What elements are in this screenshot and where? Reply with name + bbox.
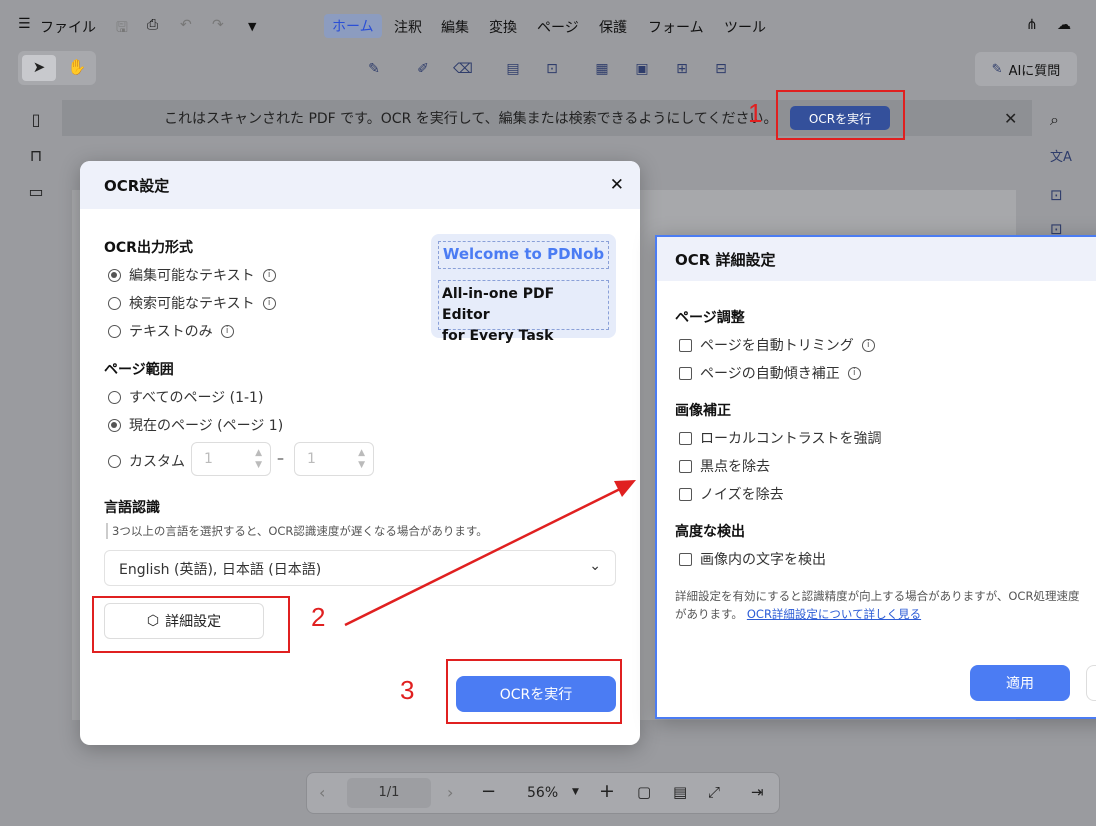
fit-page-icon[interactable]: ▢	[637, 783, 651, 801]
next-page-icon[interactable]: ›	[447, 783, 453, 802]
learn-more-link[interactable]: OCR詳細設定について詳しく見る	[747, 607, 921, 621]
ocr-detail-dialog: OCR 詳細設定 ページ調整 ページを自動トリミング i ページの自動傾き補正 i …	[655, 235, 1096, 719]
checkbox-icon[interactable]	[679, 552, 692, 566]
fullscreen-icon[interactable]: ⤢	[708, 783, 720, 801]
checkbox-icon[interactable]	[679, 431, 692, 445]
page-number-input[interactable]: 1/1	[347, 778, 431, 808]
arrow-to-detail-dialog	[344, 487, 621, 627]
remove-noise-option[interactable]: ノイズを除去	[679, 484, 784, 504]
page-navigation-bar: ‹ 1/1 › − 56% ▼ + ▢ ▤ ⤢ ⇥	[306, 772, 780, 814]
checkbox-icon[interactable]	[679, 338, 692, 352]
info-icon: i	[847, 366, 861, 380]
exit-icon[interactable]: ⇥	[751, 783, 764, 801]
prev-page-icon[interactable]: ‹	[319, 783, 325, 802]
detail-note: 詳細設定を有効にすると認識精度が向上する場合がありますが、OCR処理速度 があり…	[675, 589, 1080, 621]
advanced-detection-heading: 高度な検出	[675, 524, 745, 540]
zoom-out-icon[interactable]: −	[481, 781, 496, 802]
checkbox-icon[interactable]	[679, 487, 692, 501]
info-icon: i	[861, 338, 875, 352]
auto-deskew-option[interactable]: ページの自動傾き補正 i	[679, 363, 861, 383]
arrow-head	[614, 480, 636, 497]
checkbox-icon[interactable]	[679, 459, 692, 473]
checkbox-icon[interactable]	[679, 366, 692, 380]
fit-width-icon[interactable]: ▤	[673, 783, 687, 801]
detail-dialog-header: OCR 詳細設定	[657, 237, 1096, 281]
apply-button[interactable]: 適用	[970, 665, 1070, 701]
detail-dialog-title: OCR 詳細設定	[675, 250, 776, 269]
zoom-level[interactable]: 56%	[527, 785, 558, 801]
detect-image-text-option[interactable]: 画像内の文字を検出	[679, 549, 826, 569]
remove-black-dots-option[interactable]: 黒点を除去	[679, 456, 770, 476]
zoom-in-icon[interactable]: +	[599, 780, 615, 802]
zoom-dropdown-icon[interactable]: ▼	[572, 787, 579, 797]
image-correction-heading: 画像補正	[675, 403, 731, 419]
local-contrast-option[interactable]: ローカルコントラストを強調	[679, 428, 881, 448]
cancel-button[interactable]	[1086, 665, 1096, 701]
page-adjust-heading: ページ調整	[675, 310, 745, 326]
auto-trim-option[interactable]: ページを自動トリミング i	[679, 335, 875, 355]
